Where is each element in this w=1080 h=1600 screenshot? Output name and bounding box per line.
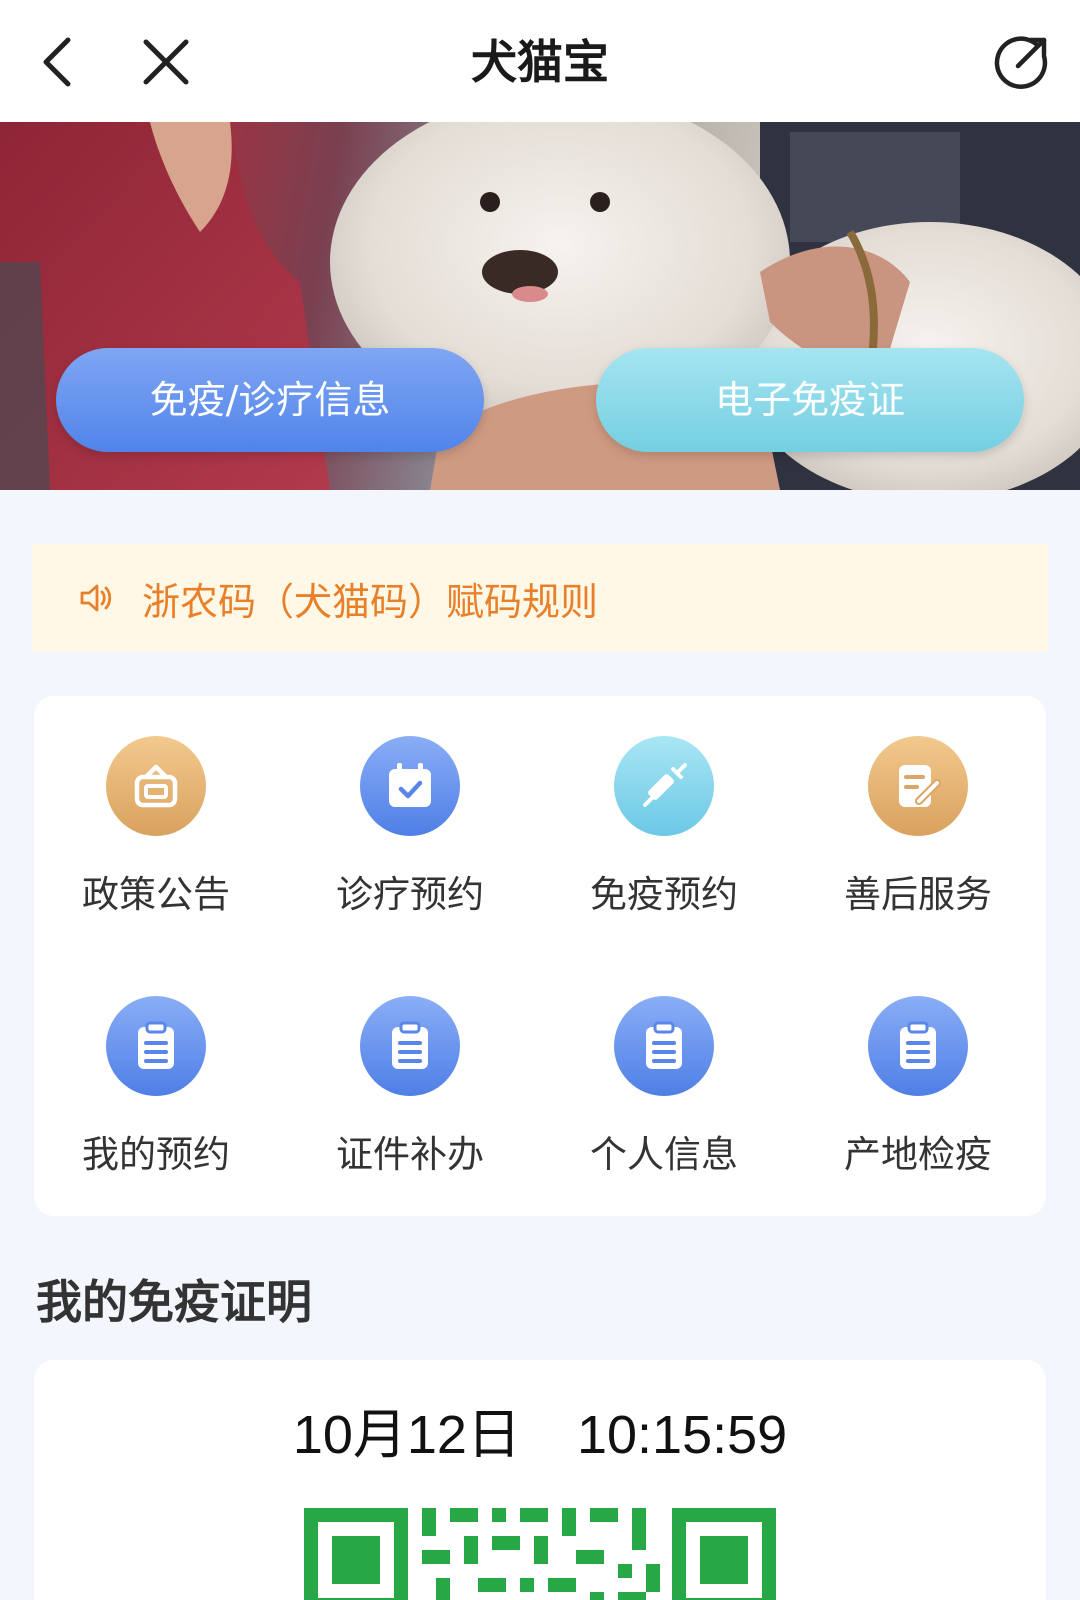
service-origin-quarantine[interactable]: 产地检疫: [818, 996, 1018, 1196]
certificate-time: 10:15:59: [576, 1405, 788, 1465]
service-label: 诊疗预约: [336, 873, 484, 916]
service-label: 证件补办: [336, 1133, 484, 1176]
service-label: 政策公告: [82, 873, 230, 916]
clipboard-icon: [614, 996, 714, 1096]
certificate-datetime: 10月12日 10:15:59: [34, 1390, 1046, 1469]
service-certificate-reissue[interactable]: 证件补办: [310, 996, 510, 1196]
qr-code[interactable]: [304, 1508, 776, 1600]
speaker-icon: [80, 584, 112, 612]
service-immune-appointment[interactable]: 免疫预约: [564, 736, 764, 936]
service-label: 善后服务: [844, 873, 992, 916]
note-edit-icon: [868, 736, 968, 836]
certificate-date: 10月12日: [292, 1405, 521, 1465]
notice-bar[interactable]: 浙农码（犬猫码）赋码规则: [32, 544, 1048, 652]
syringe-icon: [614, 736, 714, 836]
services-card: 政策公告 诊疗预约 免疫预约 善后服务 我的预约 证件补办 个人信息 产地检疫: [34, 696, 1046, 1216]
service-my-appointments[interactable]: 我的预约: [56, 996, 256, 1196]
immune-certificate-card: 10月12日 10:15:59: [34, 1360, 1046, 1600]
share-icon: [994, 36, 1048, 89]
clipboard-icon: [360, 996, 460, 1096]
e-immune-certificate-button[interactable]: 电子免疫证: [596, 348, 1024, 452]
page-title: 犬猫宝: [471, 35, 609, 89]
service-label: 我的预约: [82, 1133, 230, 1176]
calendar-check-icon: [360, 736, 460, 836]
notice-text: 浙农码（犬猫码）赋码规则: [142, 579, 599, 624]
clipboard-icon: [868, 996, 968, 1096]
service-personal-info[interactable]: 个人信息: [564, 996, 764, 1196]
service-aftercare[interactable]: 善后服务: [818, 736, 1018, 936]
immune-treatment-info-button[interactable]: 免疫/诊疗信息: [56, 348, 484, 452]
nav-bar: 犬猫宝: [0, 0, 1080, 122]
service-policy-announcement[interactable]: 政策公告: [56, 736, 256, 936]
section-title: 我的免疫证明: [36, 1275, 312, 1329]
share-button[interactable]: [990, 30, 1054, 94]
service-label: 免疫预约: [590, 873, 738, 916]
clipboard-icon: [106, 996, 206, 1096]
service-label: 个人信息: [590, 1133, 738, 1176]
service-label: 产地检疫: [844, 1133, 992, 1176]
banner: 免疫/诊疗信息 电子免疫证: [0, 122, 1080, 490]
announcement-icon: [106, 736, 206, 836]
service-treatment-appointment[interactable]: 诊疗预约: [310, 736, 510, 936]
